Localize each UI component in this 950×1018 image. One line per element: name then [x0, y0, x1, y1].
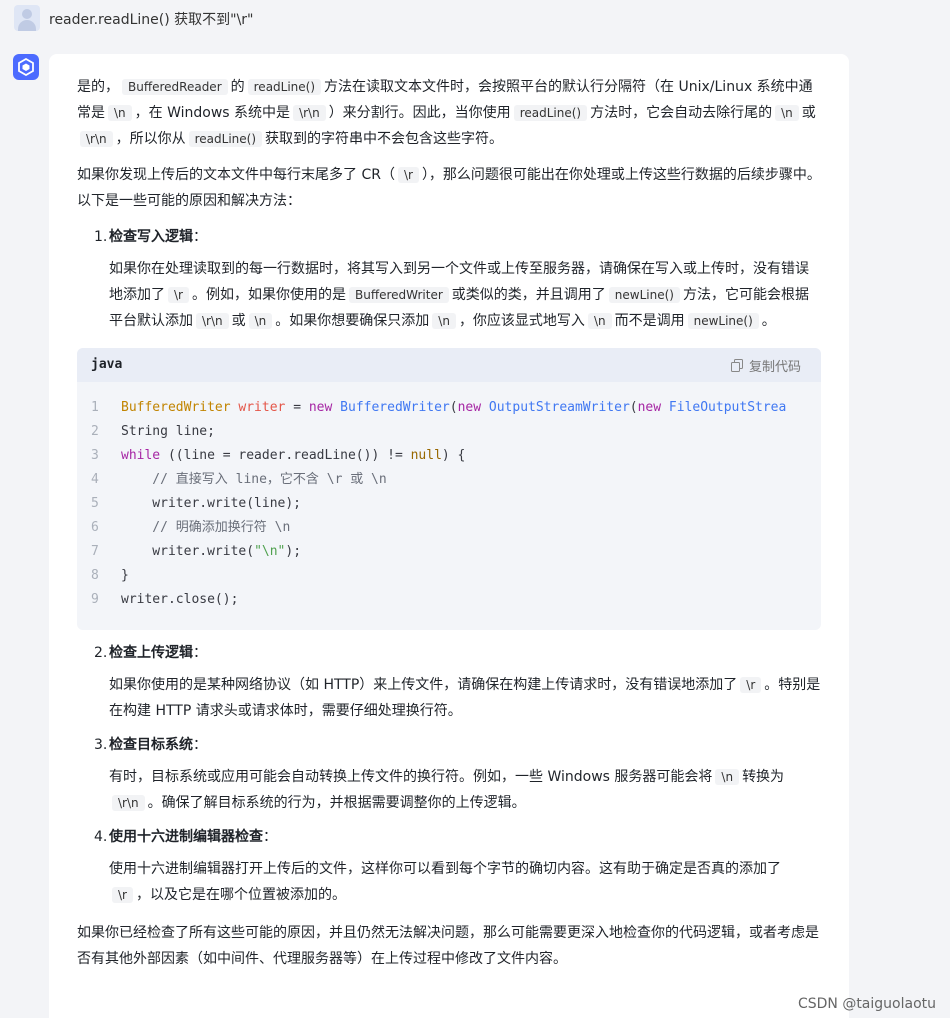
copy-code-button[interactable]: 复制代码 — [730, 356, 801, 375]
code-line: 9 writer.close(); — [91, 592, 239, 607]
code-line: 3 while ((line = reader.readLine()) != nu… — [91, 448, 466, 463]
list-item-2-body: 如果你使用的是某种网络协议（如 HTTP）来上传文件，请确保在构建上传请求时，没… — [109, 677, 821, 719]
list-item-3-body: 有时，目标系统或应用可能会自动转换上传文件的换行符。例如，一些 Windows … — [109, 769, 785, 811]
list-item-1-body: 如果你在处理读取到的每一行数据时，将其写入到另一个文件或上传至服务器，请确保在写… — [109, 261, 809, 329]
inline-code: \r\n — [112, 795, 145, 811]
code-line: 6 // 明确添加换行符 \n — [91, 520, 291, 535]
copy-icon — [730, 359, 743, 372]
inline-code: \n — [432, 313, 456, 329]
code-language-label: java — [91, 357, 123, 372]
code-line: 7 writer.write("\n"); — [91, 544, 302, 559]
inline-code: \r — [740, 677, 762, 693]
code-line: 1 BufferedWriter writer = new BufferedWri… — [91, 400, 787, 415]
inline-code: BufferedWriter — [348, 287, 449, 303]
inline-code: \n — [775, 105, 799, 121]
list-item-4-body: 使用十六进制编辑器打开上传后的文件，这样你可以看到每个字节的确切内容。这有助于确… — [109, 861, 781, 903]
code-block-header: java 复制代码 — [77, 348, 821, 382]
assistant-answer-card: 是的， BufferedReader 的 readLine() 方法在读取文本文件时，会… — [49, 54, 849, 1018]
inline-code: readLine() — [513, 105, 588, 121]
list-item-2-title: 2. 检查上传逻辑： — [94, 645, 207, 661]
code-line: 2 String line; — [91, 424, 215, 439]
inline-code: \r\n — [293, 105, 326, 121]
user-question-text: reader.readLine() 获取不到"\r" — [49, 12, 254, 28]
inline-code: \n — [587, 313, 612, 329]
inline-code: \r — [397, 167, 419, 183]
inline-code: \n — [248, 313, 273, 329]
list-item-4-title: 4. 使用十六进制编辑器检查： — [94, 829, 277, 845]
inline-code: readLine() — [247, 79, 322, 95]
user-avatar — [14, 5, 40, 31]
inline-code: \r — [168, 287, 189, 303]
csdn-watermark: CSDN @taiguolaotu — [797, 996, 936, 1012]
paragraph-intro: 是的， BufferedReader 的 readLine() 方法在读取文本文件时，会… — [77, 79, 816, 147]
list-item-1-title: 1. 检查写入逻辑： — [94, 229, 207, 245]
inline-code: \r\n — [196, 313, 229, 329]
code-line: 4 // 直接写入 line，它不含 \r 或 \n — [91, 472, 387, 487]
inline-code: newLine() — [687, 313, 759, 329]
answer-content: 是的， BufferedReader 的 readLine() 方法在读取文本文件时，会… — [77, 74, 821, 982]
inline-code: \n — [715, 769, 740, 785]
inline-code: \r — [112, 887, 133, 903]
inline-code: BufferedReader — [122, 79, 228, 95]
paragraph-problem: 如果你发现上传后的文本文件中每行末尾多了 CR（ \r ），那么问题很可能出在你处理… — [77, 167, 821, 209]
inline-code: readLine() — [188, 131, 263, 147]
code-line: 5 writer.write(line); — [91, 496, 302, 511]
list-item-3-title: 3. 检查目标系统： — [94, 737, 207, 753]
inline-code: \r\n — [80, 131, 113, 147]
paragraph-conclusion: 如果你已经检查了所有这些可能的原因，并且仍然无法解决问题，那么可能需要更深入地检… — [77, 925, 819, 967]
inline-code: newLine() — [608, 287, 680, 303]
assistant-avatar-icon — [13, 54, 39, 80]
code-body: 1 BufferedWriter writer = new BufferedWri… — [77, 382, 821, 630]
code-line: 8} — [91, 568, 129, 583]
inline-code: \n — [108, 105, 132, 121]
copy-code-label: 复制代码 — [748, 360, 801, 375]
code-block: java 复制代码 1 BufferedWriter writer = new B… — [77, 348, 821, 630]
user-question-row: reader.readLine() 获取不到"\r" — [0, 0, 950, 36]
